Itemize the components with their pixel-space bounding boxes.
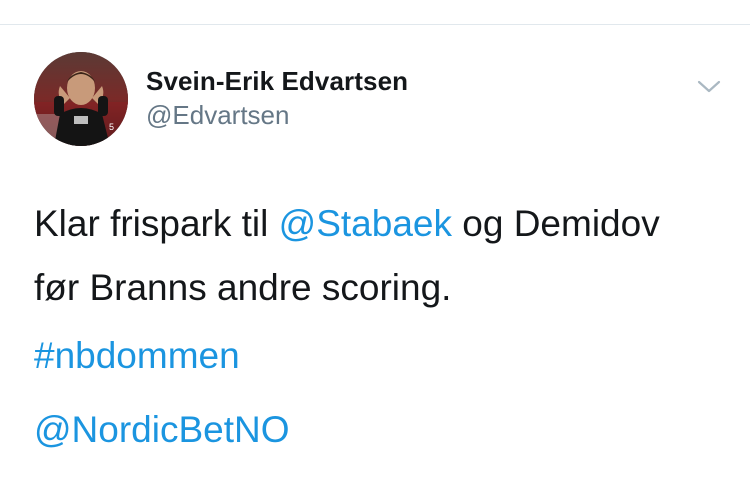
mention-link-stabaek[interactable]: @Stabaek: [279, 203, 452, 244]
tweet-text: Klar frispark til @Stabaek og Demidov fø…: [34, 192, 724, 320]
author-name[interactable]: Svein-Erik Edvartsen: [146, 66, 408, 97]
svg-text:5: 5: [109, 122, 114, 132]
top-divider: [0, 24, 750, 25]
hashtag-link[interactable]: #nbdommen: [34, 334, 724, 378]
avatar[interactable]: 5: [34, 52, 128, 146]
tweet-header: 5 Svein-Erik Edvartsen @Edvartsen: [34, 52, 724, 148]
tweet-line-2: før Branns andre scoring.: [34, 267, 452, 308]
tweet-text-prefix: Klar frispark til: [34, 203, 279, 244]
tweet-text-suffix: og Demidov: [452, 203, 660, 244]
chevron-down-icon[interactable]: [694, 76, 724, 96]
mention-link-nordicbet[interactable]: @NordicBetNO: [34, 408, 724, 452]
avatar-photo: 5: [34, 52, 128, 146]
author-handle[interactable]: @Edvartsen: [146, 100, 289, 131]
tweet-line-1: Klar frispark til @Stabaek og Demidov: [34, 192, 724, 256]
